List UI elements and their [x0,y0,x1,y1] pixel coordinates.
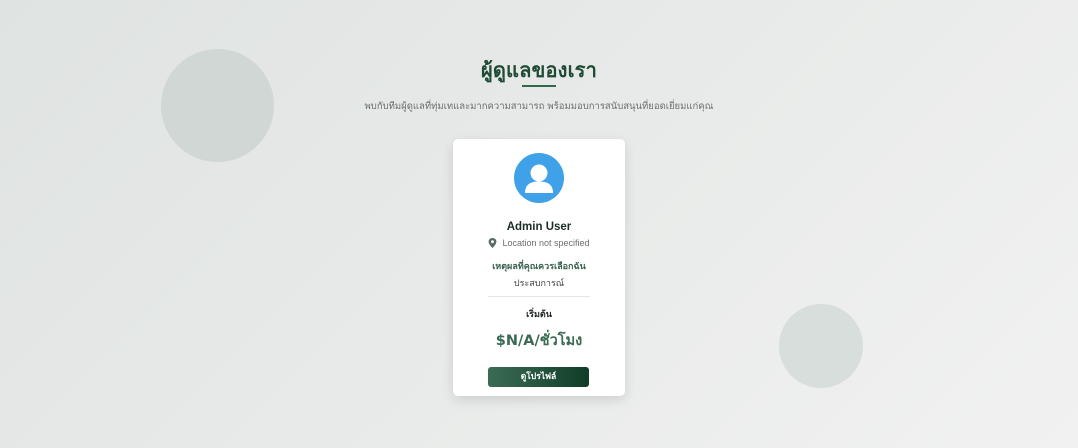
caregiver-name: Admin User [506,221,572,233]
why-choose-me-value: ประสบการณ์ [513,279,565,289]
price-label: เริ่มต้น [526,310,552,320]
section-subtitle: พบกับทีมผู้ดูแลที่ทุ่มเทและมากความสามารถ… [364,101,714,112]
card-divider [488,296,590,297]
section-title: ผู้ดูแลของเรา [480,58,598,82]
caregiver-location: Location not specified [453,238,625,248]
caregiver-card: Admin User Location not specified เหตุผล… [453,139,625,396]
map-pin-icon [488,238,497,248]
section-header: ผู้ดูแลของเรา พบกับทีมผู้ดูแลที่ทุ่มเทแล… [0,56,1078,114]
decorative-circle [779,304,863,388]
view-profile-button[interactable]: ดูโปรไฟล์ [488,367,589,387]
hourly-price: $N/A/ชั่วโมง [495,333,583,349]
user-avatar-icon [514,153,564,203]
why-choose-me-label: เหตุผลที่คุณควรเลือกฉัน [492,262,586,272]
title-underline [522,85,556,87]
location-text: Location not specified [502,238,590,248]
